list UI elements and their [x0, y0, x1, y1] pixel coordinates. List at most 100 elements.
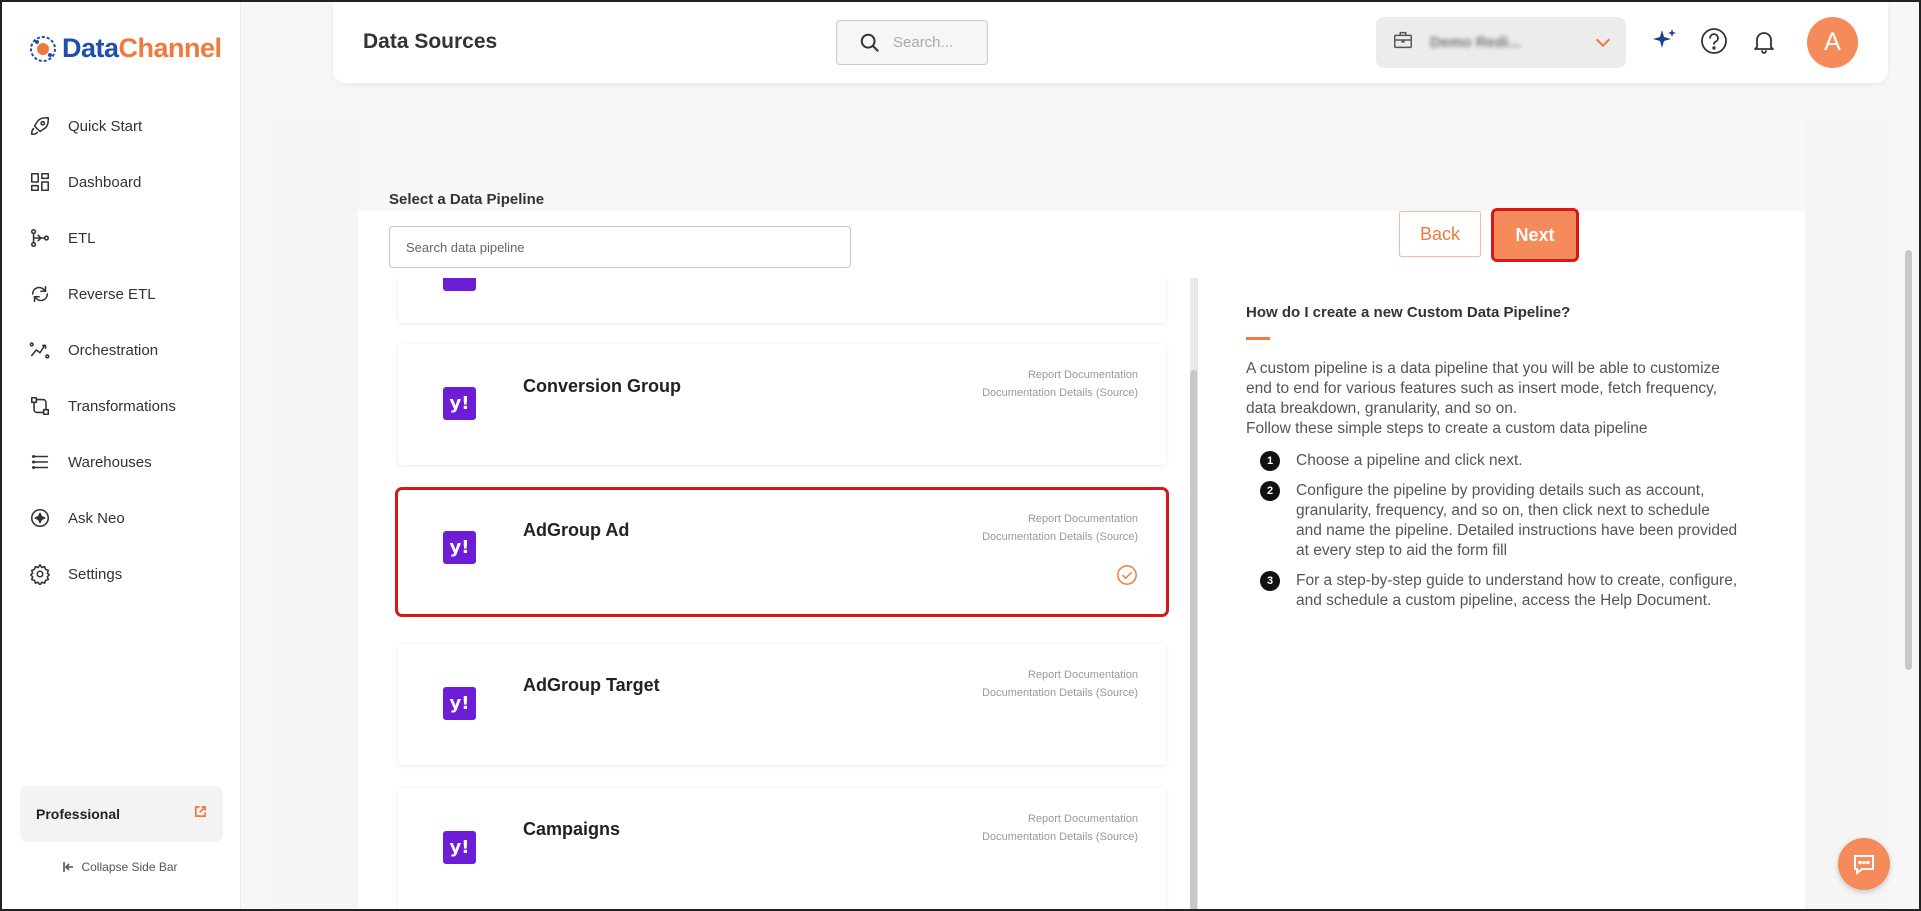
- rocket-icon: [28, 114, 52, 138]
- check-circle-icon: [1116, 564, 1138, 591]
- back-button[interactable]: Back: [1399, 211, 1481, 257]
- help-step: 3 For a step-by-step guide to understand…: [1260, 571, 1740, 611]
- gear-icon: [28, 562, 52, 586]
- reverse-etl-icon: [28, 282, 52, 306]
- yahoo-logo-icon: y!: [443, 687, 476, 720]
- report-documentation-link[interactable]: Report Documentation: [982, 510, 1138, 528]
- pipeline-card[interactable]: y! Campaigns Report Documentation Docume…: [398, 788, 1166, 911]
- sidebar-item-etl[interactable]: ETL: [0, 210, 241, 266]
- report-documentation-link[interactable]: Report Documentation: [982, 810, 1138, 828]
- documentation-details-link[interactable]: Documentation Details (Source): [982, 528, 1138, 546]
- sidebar-item-label: Orchestration: [68, 341, 159, 359]
- documentation-details-link[interactable]: Documentation Details (Source): [982, 684, 1138, 702]
- pipeline-card-links: Report Documentation Documentation Detai…: [982, 810, 1138, 846]
- sidebar-item-orchestration[interactable]: Orchestration: [0, 322, 241, 378]
- sidebar-item-label: ETL: [68, 229, 96, 247]
- yahoo-logo-icon: [443, 278, 476, 291]
- sidebar-nav: Quick Start Dashboard ETL Reverse ETL Or…: [0, 98, 241, 602]
- sidebar-item-settings[interactable]: Settings: [0, 546, 241, 602]
- collapse-arrow-icon: [63, 862, 74, 872]
- pipeline-card-links: Report Documentation Documentation Detai…: [982, 666, 1138, 702]
- global-search-input[interactable]: Search...: [836, 20, 988, 65]
- sidebar-item-warehouses[interactable]: Warehouses: [0, 434, 241, 490]
- pipeline-card-title: AdGroup Target: [523, 675, 660, 695]
- external-link-icon[interactable]: [194, 805, 207, 823]
- step-number: 1: [1260, 451, 1280, 471]
- step-number: 2: [1260, 481, 1280, 501]
- help-step: 1 Choose a pipeline and click next.: [1260, 451, 1740, 471]
- account-selector[interactable]: Demo Redi...: [1376, 17, 1626, 68]
- select-pipeline-label: Select a Data Pipeline: [389, 191, 545, 208]
- help-intro-text: A custom pipeline is a data pipeline tha…: [1246, 360, 1720, 417]
- pipeline-card-title: Campaigns: [523, 819, 621, 839]
- chat-bubble-icon: [1854, 855, 1874, 876]
- panel-divider: [1197, 278, 1198, 911]
- pipeline-card-links: Report Documentation Documentation Detai…: [982, 366, 1138, 402]
- yahoo-logo-icon: y!: [443, 387, 476, 420]
- dashboard-icon: [28, 170, 52, 194]
- help-title: How do I create a new Custom Data Pipeli…: [1246, 304, 1571, 321]
- sidebar-item-label: Ask Neo: [68, 509, 125, 527]
- page-title: Data Sources: [363, 30, 498, 53]
- sidebar-item-label: Transformations: [68, 397, 176, 415]
- account-name: Demo Redi...: [1430, 34, 1521, 51]
- sparkle-ai-icon[interactable]: [1649, 26, 1679, 61]
- sidebar: DataChannel Quick Start Dashboard ETL Re…: [0, 0, 241, 911]
- page-scrollbar[interactable]: [1905, 250, 1912, 670]
- step-text: Configure the pipeline by providing deta…: [1296, 482, 1738, 559]
- panel-header-strip: [358, 121, 1805, 211]
- pipeline-card-selected[interactable]: y! AdGroup Ad Report Documentation Docum…: [395, 487, 1169, 617]
- sidebar-item-reverse-etl[interactable]: Reverse ETL: [0, 266, 241, 322]
- chevron-down-icon: [1592, 31, 1614, 58]
- orchestration-icon: [28, 338, 52, 362]
- avatar[interactable]: A: [1807, 17, 1858, 68]
- step-text: Choose a pipeline and click next.: [1296, 452, 1523, 469]
- search-placeholder: Search...: [893, 34, 954, 51]
- documentation-details-link[interactable]: Documentation Details (Source): [982, 828, 1138, 846]
- help-steps: 1 Choose a pipeline and click next. 2 Co…: [1260, 451, 1740, 621]
- sidebar-item-ask-neo[interactable]: Ask Neo: [0, 490, 241, 546]
- pipeline-card[interactable]: [398, 278, 1166, 323]
- datachannel-logo-icon: [30, 35, 56, 62]
- search-icon: [860, 33, 879, 52]
- yahoo-logo-icon: y!: [443, 531, 476, 564]
- pipeline-card[interactable]: y! AdGroup Target Report Documentation D…: [398, 644, 1166, 765]
- step-number: 3: [1260, 571, 1280, 591]
- collapse-sidebar-button[interactable]: Collapse Side Bar: [0, 860, 241, 874]
- sidebar-item-label: Reverse ETL: [68, 285, 156, 303]
- sidebar-item-label: Quick Start: [68, 117, 143, 135]
- plan-card: Professional: [20, 786, 223, 842]
- collapse-label: Collapse Side Bar: [81, 860, 178, 874]
- brand-logo[interactable]: DataChannel: [28, 33, 222, 64]
- report-documentation-link[interactable]: Report Documentation: [982, 666, 1138, 684]
- help-step: 2 Configure the pipeline by providing de…: [1260, 481, 1740, 561]
- help-intro-text-2: Follow these simple steps to create a cu…: [1246, 420, 1648, 437]
- sidebar-item-transformations[interactable]: Transformations: [0, 378, 241, 434]
- briefcase-icon: [1392, 29, 1414, 56]
- yahoo-logo-icon: y!: [443, 831, 476, 864]
- sidebar-item-label: Settings: [68, 565, 123, 583]
- documentation-details-link[interactable]: Documentation Details (Source): [982, 384, 1138, 402]
- etl-icon: [28, 226, 52, 250]
- warehouses-icon: [28, 450, 52, 474]
- brand-name: DataChannel: [62, 33, 222, 63]
- chat-button[interactable]: [1838, 838, 1890, 890]
- ask-neo-icon: [28, 506, 52, 530]
- pipeline-search-input[interactable]: Search data pipeline: [389, 226, 851, 268]
- bell-icon[interactable]: [1749, 26, 1779, 61]
- step-text: For a step-by-step guide to understand h…: [1296, 572, 1738, 609]
- help-icon[interactable]: [1699, 26, 1729, 61]
- pipeline-card[interactable]: y! Conversion Group Report Documentation…: [398, 344, 1166, 465]
- pipeline-card-links: Report Documentation Documentation Detai…: [982, 510, 1138, 546]
- sidebar-item-dashboard[interactable]: Dashboard: [0, 154, 241, 210]
- pipeline-list: y! Conversion Group Report Documentation…: [389, 278, 1197, 911]
- sidebar-item-quick-start[interactable]: Quick Start: [0, 98, 241, 154]
- sidebar-item-label: Dashboard: [68, 173, 142, 191]
- help-accent-bar: [1246, 337, 1270, 340]
- top-header: Data Sources Search... Demo Redi... A: [333, 0, 1888, 83]
- help-intro: A custom pipeline is a data pipeline tha…: [1246, 359, 1736, 439]
- pipeline-card-title: Conversion Group: [523, 376, 682, 396]
- next-button[interactable]: Next: [1491, 208, 1579, 262]
- transformations-icon: [28, 394, 52, 418]
- report-documentation-link[interactable]: Report Documentation: [982, 366, 1138, 384]
